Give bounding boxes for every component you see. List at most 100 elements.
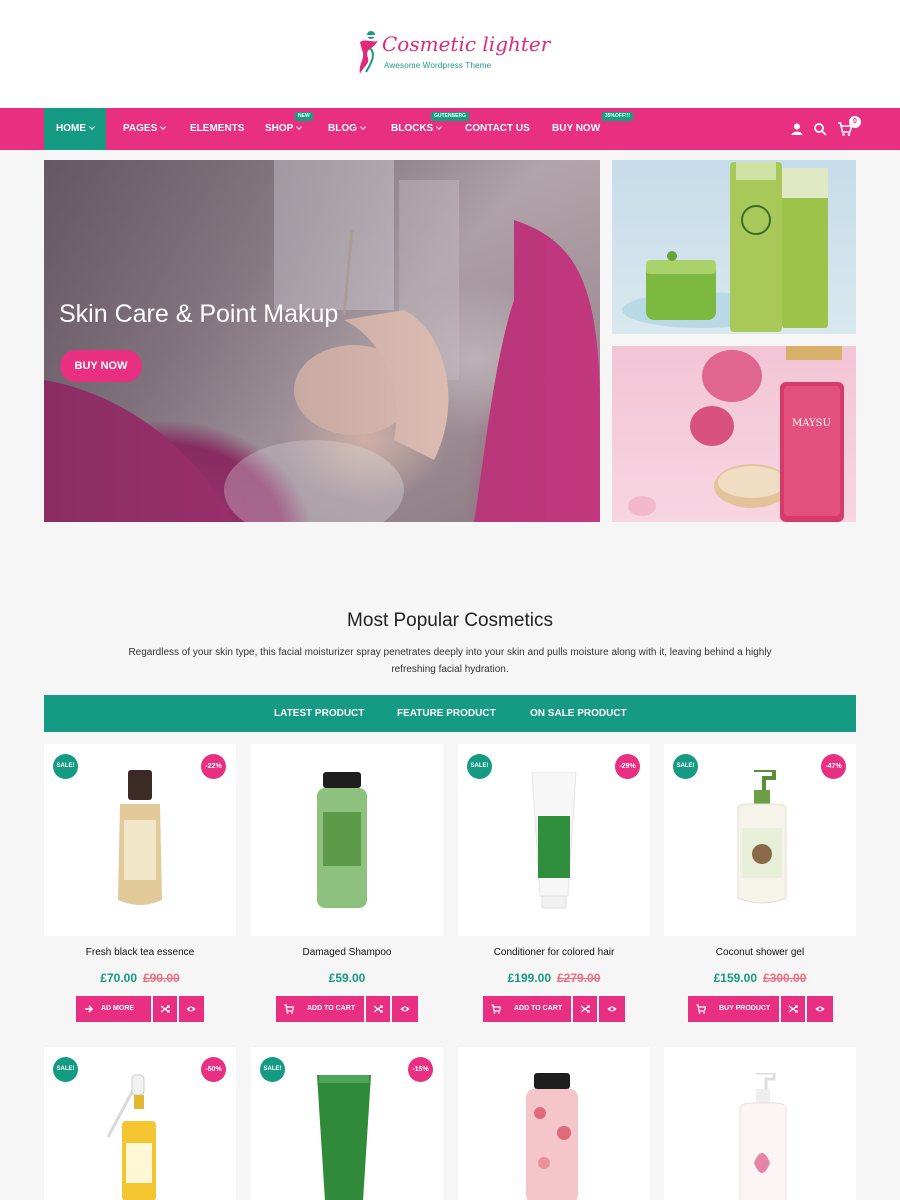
action-label: BUY PRODUCT — [719, 1005, 771, 1012]
price-old: £279.00 — [557, 971, 601, 985]
quick-view-button[interactable] — [179, 996, 204, 1022]
nav-item-blog[interactable]: BLOG — [328, 108, 366, 150]
product-actions: ADD TO CART — [276, 996, 418, 1022]
action-label: ADD TO CART — [514, 1005, 563, 1012]
sale-badge: SALE! — [673, 754, 698, 779]
nav-item-home[interactable]: HOME — [44, 108, 106, 150]
hero-buy-now-button[interactable]: BUY NOW — [60, 350, 142, 382]
nav-item-pages[interactable]: PAGES — [123, 108, 167, 150]
chevron-down-icon — [89, 124, 95, 130]
nav-item-label: CONTACT US — [465, 123, 530, 134]
search-icon[interactable] — [812, 121, 828, 137]
hero-title: Skin Care & Point Makup — [59, 300, 339, 328]
product-actions: BUY PRODUCT — [688, 996, 833, 1022]
quick-view-button[interactable] — [807, 996, 833, 1022]
product-image — [739, 1073, 787, 1200]
discount-badge: -50% — [201, 1057, 226, 1082]
shuffle-icon — [160, 1005, 170, 1013]
hero-banner: Skin Care & Point Makup BUY NOW — [44, 160, 600, 522]
discount-badge: -47% — [821, 754, 846, 779]
nav-item-buy-now[interactable]: BUY NOW — [552, 108, 600, 150]
nav-item-label: HOME — [56, 123, 86, 134]
read-more-button[interactable]: AD MORE — [76, 996, 151, 1022]
tab-latest-product[interactable]: LATEST PRODUCT — [274, 695, 364, 732]
product-image — [317, 1075, 371, 1200]
side-banner-rose-toner[interactable]: MAYSU — [612, 346, 856, 522]
quick-view-button[interactable] — [599, 996, 625, 1022]
nav-item-contact[interactable]: CONTACT US — [465, 108, 530, 150]
compare-button[interactable] — [366, 996, 390, 1022]
product-name[interactable]: Coconut shower gel — [664, 947, 856, 958]
product-price: £59.00 — [251, 971, 443, 985]
quick-view-button[interactable] — [392, 996, 418, 1022]
product-card[interactable] — [458, 1047, 650, 1200]
product-card[interactable]: SALE! -47% — [664, 744, 856, 936]
product-card[interactable]: SALE! -50% — [44, 1047, 236, 1200]
product-image — [737, 770, 787, 904]
product-actions: AD MORE — [76, 996, 204, 1022]
external-icon — [85, 1005, 94, 1013]
nav-item-label: PAGES — [123, 123, 158, 134]
product-price: £199.00 £279.00 — [458, 971, 650, 985]
tab-feature-product[interactable]: FEATURE PRODUCT — [397, 695, 496, 732]
shuffle-icon — [373, 1005, 383, 1013]
eye-icon — [400, 1006, 410, 1012]
product-image — [106, 1074, 156, 1200]
buy-product-button[interactable]: BUY PRODUCT — [688, 996, 779, 1022]
product-actions: ADD TO CART — [483, 996, 625, 1022]
logo-tagline: Awesome Wordpress Theme — [384, 61, 492, 70]
compare-button[interactable] — [781, 996, 805, 1022]
discount-badge: -22% — [201, 754, 226, 779]
site-logo[interactable]: Cosmetic lighter Awesome Wordpress Theme — [356, 28, 556, 78]
product-price: £159.00 £300.00 — [664, 971, 856, 985]
nav-item-elements[interactable]: ELEMENTS — [190, 108, 244, 150]
shuffle-icon — [788, 1005, 798, 1013]
eye-icon — [815, 1006, 825, 1012]
sale-badge: SALE! — [467, 754, 492, 779]
main-navigation: HOME PAGES ELEMENTS SHOP NEW BLOG BLOCKS… — [0, 108, 900, 150]
chevron-down-icon — [296, 124, 303, 130]
product-card[interactable] — [251, 744, 443, 936]
product-card[interactable]: SALE! -15% — [251, 1047, 443, 1200]
chevron-down-icon — [436, 124, 443, 130]
green-cosmetics-image — [622, 162, 828, 332]
product-image — [317, 772, 367, 908]
product-image — [531, 772, 577, 909]
price-current: £59.00 — [328, 971, 366, 985]
price-old: £90.00 — [143, 971, 180, 985]
compare-button[interactable] — [573, 996, 597, 1022]
side-banner-green-cosmetics[interactable] — [612, 160, 856, 334]
add-to-cart-button[interactable]: ADD TO CART — [483, 996, 571, 1022]
product-price: £70.00 £90.00 — [44, 971, 236, 985]
rose-toner-brand: MAYSU — [792, 418, 831, 429]
product-name[interactable]: Damaged Shampoo — [251, 947, 443, 958]
cart-icon — [284, 1004, 294, 1014]
chevron-down-icon — [360, 124, 366, 130]
action-label: ADD TO CART — [307, 1005, 356, 1012]
site-header: Cosmetic lighter Awesome Wordpress Theme — [0, 0, 900, 108]
tab-on-sale-product[interactable]: ON SALE PRODUCT — [530, 695, 627, 732]
product-card[interactable]: SALE! -29% — [458, 744, 650, 936]
hero-shade — [44, 160, 600, 522]
active-tab-indicator — [258, 35, 379, 37]
product-card[interactable]: SALE! -22% — [44, 744, 236, 936]
sale-badge: SALE! — [260, 1057, 285, 1082]
rose-toner-image — [628, 346, 844, 522]
price-current: £199.00 — [507, 971, 551, 985]
add-to-cart-button[interactable]: ADD TO CART — [276, 996, 364, 1022]
price-old: £300.00 — [763, 971, 807, 985]
product-image — [118, 770, 162, 905]
nav-item-label: BLOCKS — [391, 123, 434, 134]
nav-item-label: BLOG — [328, 123, 357, 134]
cart-count-badge: 0 — [849, 116, 861, 128]
sale-badge: SALE! — [53, 1057, 78, 1082]
compare-button[interactable] — [153, 996, 177, 1022]
section-description: Regardless of your skin type, this facia… — [128, 647, 772, 675]
product-card[interactable] — [664, 1047, 856, 1200]
product-tabs: LATEST PRODUCT FEATURE PRODUCT ON SALE P… — [44, 695, 856, 732]
user-icon[interactable] — [789, 121, 805, 137]
product-name[interactable]: Conditioner for colored hair — [458, 947, 650, 958]
nav-item-label: BUY NOW — [552, 123, 601, 134]
product-name[interactable]: Fresh black tea essence — [44, 947, 236, 958]
eye-icon — [186, 1006, 196, 1012]
